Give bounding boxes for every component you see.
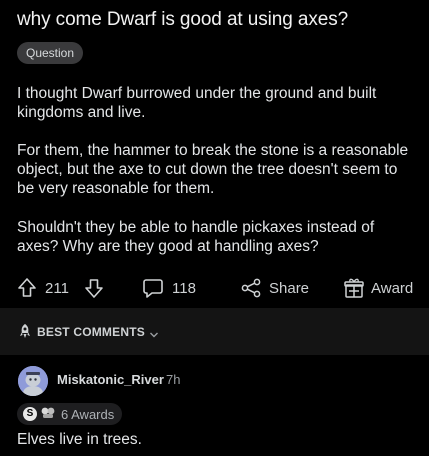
awards-count: 6 Awards xyxy=(61,406,115,422)
post-body-paragraph: Shouldn't they be able to handle pickaxe… xyxy=(17,219,375,255)
comment-awards[interactable]: S 6 Awards xyxy=(17,403,123,425)
award-icon[interactable] xyxy=(343,274,365,302)
comment-body: Elves live in trees. xyxy=(17,431,142,448)
comment-author[interactable]: Miskatonic_River xyxy=(57,372,164,387)
comment-time: 7h xyxy=(166,372,181,387)
post-body-paragraph: I thought Dwarf burrowed under the groun… xyxy=(17,85,377,121)
share-button[interactable]: Share xyxy=(269,274,309,302)
downvote-icon[interactable] xyxy=(84,274,104,302)
post-action-bar: 211 118 Share Award xyxy=(0,274,429,302)
comment-sort-bar[interactable]: BEST COMMENTS xyxy=(0,308,429,355)
chevron-down-icon[interactable] xyxy=(149,326,159,344)
upvote-icon[interactable] xyxy=(17,274,37,302)
post-body-paragraph: For them, the hammer to break the stone … xyxy=(17,142,409,197)
post-flair[interactable]: Question xyxy=(17,42,84,64)
wholesome-award-icon xyxy=(40,405,56,424)
avatar[interactable] xyxy=(18,366,48,396)
post: why come Dwarf is good at using axes? Qu… xyxy=(0,0,429,308)
silver-award-icon: S xyxy=(23,407,37,421)
award-button[interactable]: Award xyxy=(371,274,413,302)
post-title: why come Dwarf is good at using axes? xyxy=(17,9,349,30)
share-icon[interactable] xyxy=(240,274,262,302)
upvote-count: 211 xyxy=(45,279,69,297)
comment: Miskatonic_River 7h S 6 Awards Elves liv… xyxy=(0,355,429,456)
rocket-icon xyxy=(17,323,33,344)
sort-label[interactable]: BEST COMMENTS xyxy=(37,325,145,339)
comment-count[interactable]: 118 xyxy=(172,274,196,302)
comment-icon[interactable] xyxy=(142,274,164,302)
